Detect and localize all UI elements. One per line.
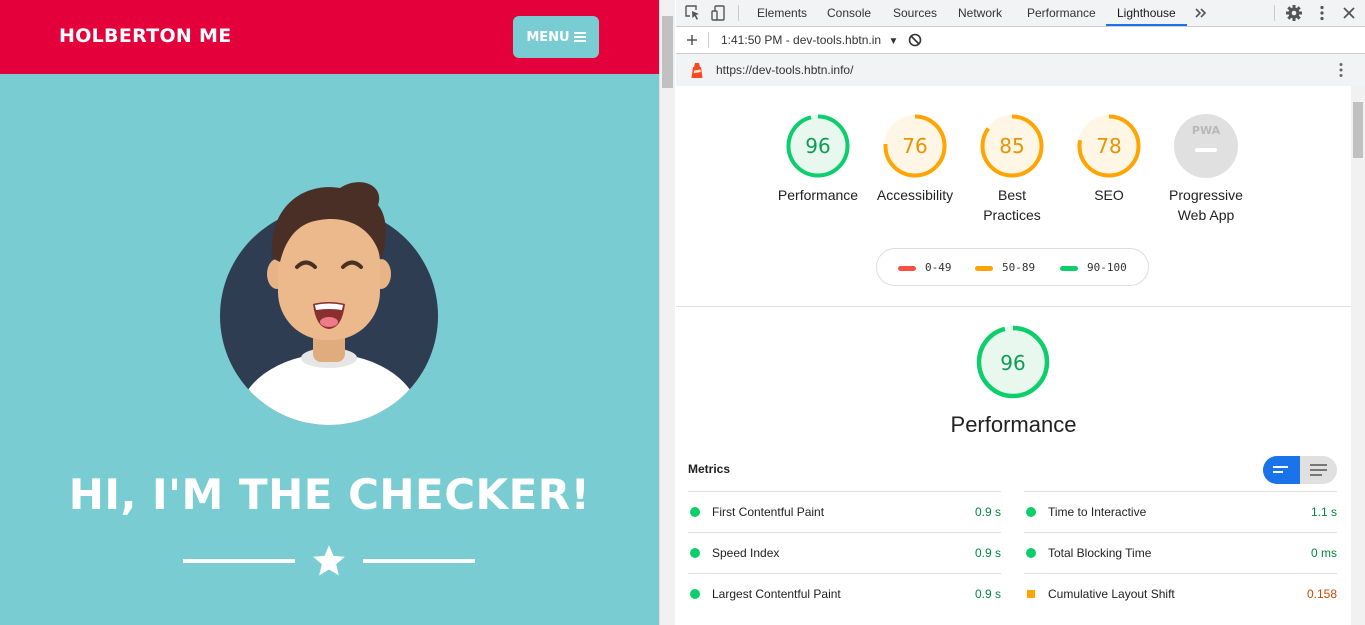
compact-view-button[interactable] xyxy=(1263,456,1300,484)
gauge-score-accessibility: 76 xyxy=(902,134,927,158)
devtools-panel: Elements Console Sources Network Perform… xyxy=(676,0,1365,625)
more-options-icon[interactable] xyxy=(1313,4,1331,22)
double-chevron-icon[interactable] xyxy=(1192,4,1210,22)
legend-pass-swatch xyxy=(1060,265,1078,271)
performance-score-value: 96 xyxy=(1000,351,1025,375)
legend-average: 50-89 xyxy=(975,261,1035,274)
pass-indicator-icon xyxy=(690,548,700,558)
metric-name: Time to Interactive xyxy=(1048,505,1147,519)
tab-sources[interactable]: Sources xyxy=(893,6,937,20)
lighthouse-report: 96 Performance 76 Accessibility 85 Best P… xyxy=(676,86,1351,625)
star-icon xyxy=(313,545,345,576)
website-scrollbar[interactable] xyxy=(659,0,675,625)
report-url-bar: https://dev-tools.hbtn.info/ xyxy=(676,54,1365,86)
metric-value: 0.9 s xyxy=(974,587,1001,601)
menu-label: MENU xyxy=(526,29,570,45)
star-divider xyxy=(183,543,475,579)
metric-row[interactable]: Time to Interactive 1.1 s xyxy=(1024,491,1337,532)
metrics-view-toggle[interactable] xyxy=(1263,456,1337,484)
active-tab-indicator xyxy=(1106,24,1187,26)
metrics-heading: Metrics xyxy=(688,462,731,476)
gauge-ring-best-practices: 85 xyxy=(980,114,1044,178)
performance-section-title: Performance xyxy=(950,412,1077,437)
gauge-ring-accessibility: 76 xyxy=(883,114,947,178)
pwa-badge-icon: PWA xyxy=(1174,114,1238,178)
gauge-score-seo: 78 xyxy=(1096,134,1121,158)
pass-indicator-icon xyxy=(1026,507,1036,517)
metric-name: Total Blocking Time xyxy=(1048,546,1152,560)
inspect-element-icon[interactable] xyxy=(684,4,702,22)
lighthouse-toolbar: 1:41:50 PM - dev-tools.hbtn.in ▼ xyxy=(676,27,1365,54)
pass-indicator-icon xyxy=(690,589,700,599)
gauge-label-seo: SEO xyxy=(1094,187,1124,203)
metric-name: Speed Index xyxy=(712,546,780,560)
website-viewport: HOLBERTON ME MENU HI, I'M THE CHECKER! xyxy=(0,0,659,625)
hamburger-icon xyxy=(573,30,586,44)
metric-value: 0.158 xyxy=(1306,587,1337,601)
tab-elements[interactable]: Elements xyxy=(757,6,807,20)
expanded-view-button[interactable] xyxy=(1300,456,1337,484)
metric-value: 0.9 s xyxy=(974,505,1001,519)
site-brand[interactable]: HOLBERTON ME xyxy=(59,25,232,47)
gauge-label-performance: Performance xyxy=(777,187,859,203)
gauge-seo[interactable]: 78 SEO xyxy=(1054,113,1164,205)
gauge-ring-seo: 78 xyxy=(1077,114,1141,178)
report-select[interactable]: 1:41:50 PM - dev-tools.hbtn.in ▼ xyxy=(721,33,898,47)
pass-indicator-icon xyxy=(1026,548,1036,558)
devtools-tabbar: Elements Console Sources Network Perform… xyxy=(676,0,1365,27)
site-header: HOLBERTON ME MENU xyxy=(0,0,659,74)
device-toolbar-icon[interactable] xyxy=(710,4,728,22)
tab-performance[interactable]: Performance xyxy=(1027,6,1096,20)
gauge-label-pwa: Progressive Web App xyxy=(1169,187,1243,223)
svg-text:PWA: PWA xyxy=(1192,124,1221,137)
tab-network[interactable]: Network xyxy=(958,6,1002,20)
section-divider xyxy=(676,306,1351,307)
legend-pass: 90-100 xyxy=(1060,261,1127,274)
gauge-performance[interactable]: 96 Performance xyxy=(763,113,873,205)
metric-row[interactable]: Total Blocking Time 0 ms xyxy=(1024,532,1337,573)
gauge-label-accessibility: Accessibility xyxy=(876,187,954,203)
gauge-pwa[interactable]: PWA Progressive Web App xyxy=(1151,113,1261,225)
legend-fail-swatch xyxy=(898,265,916,271)
avatar-illustration xyxy=(220,182,438,425)
menu-button[interactable]: MENU xyxy=(513,16,599,58)
clear-block-icon[interactable] xyxy=(906,31,924,49)
gauge-accessibility[interactable]: 76 Accessibility xyxy=(860,113,970,205)
gauge-best-practices[interactable]: 85 Best Practices xyxy=(957,113,1067,225)
hero-title: HI, I'M THE CHECKER! xyxy=(68,470,591,519)
metric-row[interactable]: First Contentful Paint 0.9 s xyxy=(688,491,1001,532)
report-select-value: 1:41:50 PM - dev-tools.hbtn.in xyxy=(721,33,882,47)
gauge-ring-performance: 96 xyxy=(786,114,850,178)
plus-icon[interactable] xyxy=(683,31,701,49)
lighthouse-logo-icon xyxy=(691,63,703,78)
pass-indicator-icon xyxy=(690,507,700,517)
score-legend: 0-49 50-89 90-100 xyxy=(876,248,1149,286)
metric-value: 0.9 s xyxy=(974,546,1001,560)
performance-score-gauge: 96 xyxy=(963,324,1063,400)
report-menu-icon[interactable] xyxy=(1332,61,1350,79)
average-indicator-icon xyxy=(1027,590,1035,598)
metric-row[interactable]: Speed Index 0.9 s xyxy=(688,532,1001,573)
dropdown-arrow-icon: ▼ xyxy=(888,36,899,47)
metric-value: 0 ms xyxy=(1310,546,1337,560)
gauge-score-performance: 96 xyxy=(805,134,830,158)
metric-name: Largest Contentful Paint xyxy=(712,587,841,601)
report-url[interactable]: https://dev-tools.hbtn.info/ xyxy=(716,63,853,77)
metric-row[interactable]: Largest Contentful Paint 0.9 s xyxy=(688,573,1001,614)
legend-fail: 0-49 xyxy=(898,261,952,274)
tab-lighthouse[interactable]: Lighthouse xyxy=(1117,6,1176,20)
metric-value: 1.1 s xyxy=(1310,505,1337,519)
tab-console[interactable]: Console xyxy=(827,6,871,20)
legend-average-swatch xyxy=(975,265,993,271)
metric-name: First Contentful Paint xyxy=(712,505,825,519)
gear-icon[interactable] xyxy=(1285,4,1303,22)
metric-row[interactable]: Cumulative Layout Shift 0.158 xyxy=(1024,573,1337,614)
report-scrollbar[interactable] xyxy=(1351,86,1365,625)
close-icon[interactable] xyxy=(1340,4,1358,22)
gauge-ring-performance-large: 96 xyxy=(976,325,1050,399)
gauge-score-best-practices: 85 xyxy=(999,134,1024,158)
gauge-label-best-practices: Best Practices xyxy=(983,187,1041,223)
metric-name: Cumulative Layout Shift xyxy=(1048,587,1175,601)
